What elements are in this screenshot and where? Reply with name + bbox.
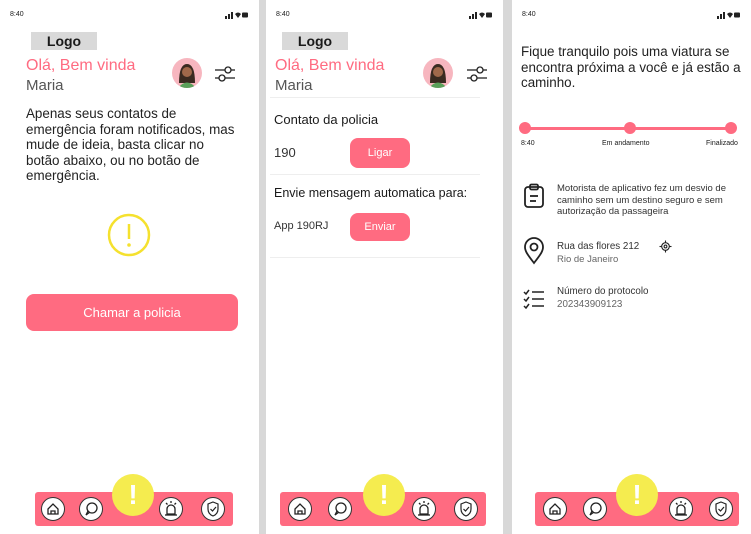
nav-siren[interactable] <box>159 497 183 521</box>
home-icon <box>47 503 59 515</box>
send-button[interactable]: Enviar <box>350 213 410 241</box>
divider <box>270 97 480 98</box>
protocol-number: 202343909123 <box>557 299 623 310</box>
shield-check-icon <box>715 501 727 517</box>
alert-exclamation: ! <box>632 479 642 510</box>
divider <box>270 174 480 175</box>
filter-settings-icon[interactable] <box>465 62 489 86</box>
status-bar: 8:40 <box>522 11 741 23</box>
nav-home[interactable] <box>41 497 65 521</box>
nav-siren[interactable] <box>669 497 693 521</box>
signal-battery-icon <box>717 12 740 19</box>
nav-chat[interactable] <box>583 497 607 521</box>
status-time: 8:40 <box>276 11 290 18</box>
progress-dot-end <box>725 122 737 134</box>
logo: Logo <box>282 32 348 50</box>
checklist-icon <box>523 289 544 309</box>
screen-3: 8:40 Fique tranquilo pois uma viatura se… <box>512 0 751 534</box>
app-name: App 190RJ <box>274 220 329 232</box>
chat-icon <box>589 502 602 516</box>
contact-title: Contato da policia <box>274 112 379 127</box>
shield-check-icon <box>460 501 472 517</box>
siren-icon <box>165 501 177 516</box>
gps-target-icon[interactable] <box>659 240 672 253</box>
emergency-alert-button[interactable]: ! <box>363 474 405 516</box>
police-phone: 190 <box>274 145 296 160</box>
nav-chat[interactable] <box>328 497 352 521</box>
progress-dot-start <box>519 122 531 134</box>
auto-message-title: Envie mensagem automatica para: <box>274 186 468 200</box>
emergency-alert-button[interactable]: ! <box>112 474 154 516</box>
warning-circle-icon <box>107 213 151 257</box>
nav-siren[interactable] <box>412 497 436 521</box>
protocol-label: Número do protocolo <box>557 286 649 297</box>
shield-check-icon <box>207 501 219 517</box>
avatar[interactable] <box>172 58 202 88</box>
address: Rua das flores 212 <box>557 241 640 252</box>
signal-battery-icon <box>469 12 492 19</box>
incident-report: Motorista de aplicativo fez um desvio de… <box>557 183 726 217</box>
status-bar: 8:40 <box>10 11 249 23</box>
alert-exclamation: ! <box>128 479 138 510</box>
arrival-message: Fique tranquilo pois uma viatura se enco… <box>521 44 741 90</box>
home-icon <box>549 503 561 515</box>
clipboard-icon <box>524 183 544 208</box>
nav-home[interactable] <box>288 497 312 521</box>
progress-label-end: Finalizado <box>706 140 738 147</box>
progress-label-middle: Em andamento <box>602 140 650 147</box>
greeting: Olá, Bem vinda <box>26 57 136 74</box>
home-icon <box>294 503 306 515</box>
progress-dot-middle <box>624 122 636 134</box>
signal-battery-icon <box>225 12 248 19</box>
user-name: Maria <box>26 77 64 94</box>
status-time: 8:40 <box>10 11 24 18</box>
call-police-button[interactable]: Chamar a policia <box>26 294 238 331</box>
divider <box>270 257 480 258</box>
city: Rio de Janeiro <box>557 254 619 265</box>
alert-exclamation: ! <box>379 479 389 510</box>
status-bar: 8:40 <box>276 11 493 23</box>
call-button[interactable]: Ligar <box>350 138 410 168</box>
chat-icon <box>85 502 98 516</box>
location-pin-icon <box>524 237 544 265</box>
avatar[interactable] <box>423 58 453 88</box>
nav-chat[interactable] <box>79 497 103 521</box>
screen-1: 8:40 Logo Olá, Bem vinda Maria Apenas se… <box>0 0 259 534</box>
siren-icon <box>418 501 430 516</box>
status-time: 8:40 <box>522 11 536 18</box>
nav-home[interactable] <box>543 497 567 521</box>
siren-icon <box>675 501 687 516</box>
info-message: Apenas seus contatos de emergência foram… <box>26 106 235 183</box>
emergency-alert-button[interactable]: ! <box>616 474 658 516</box>
nav-shield[interactable] <box>454 497 478 521</box>
greeting: Olá, Bem vinda <box>275 57 385 74</box>
chat-icon <box>334 502 347 516</box>
screen-2: 8:40 Logo Olá, Bem vinda Maria Contato d… <box>266 0 503 534</box>
progress-label-start: 8:40 <box>521 140 535 147</box>
filter-settings-icon[interactable] <box>213 62 237 86</box>
logo: Logo <box>31 32 97 50</box>
user-name: Maria <box>275 77 313 94</box>
nav-shield[interactable] <box>201 497 225 521</box>
nav-shield[interactable] <box>709 497 733 521</box>
